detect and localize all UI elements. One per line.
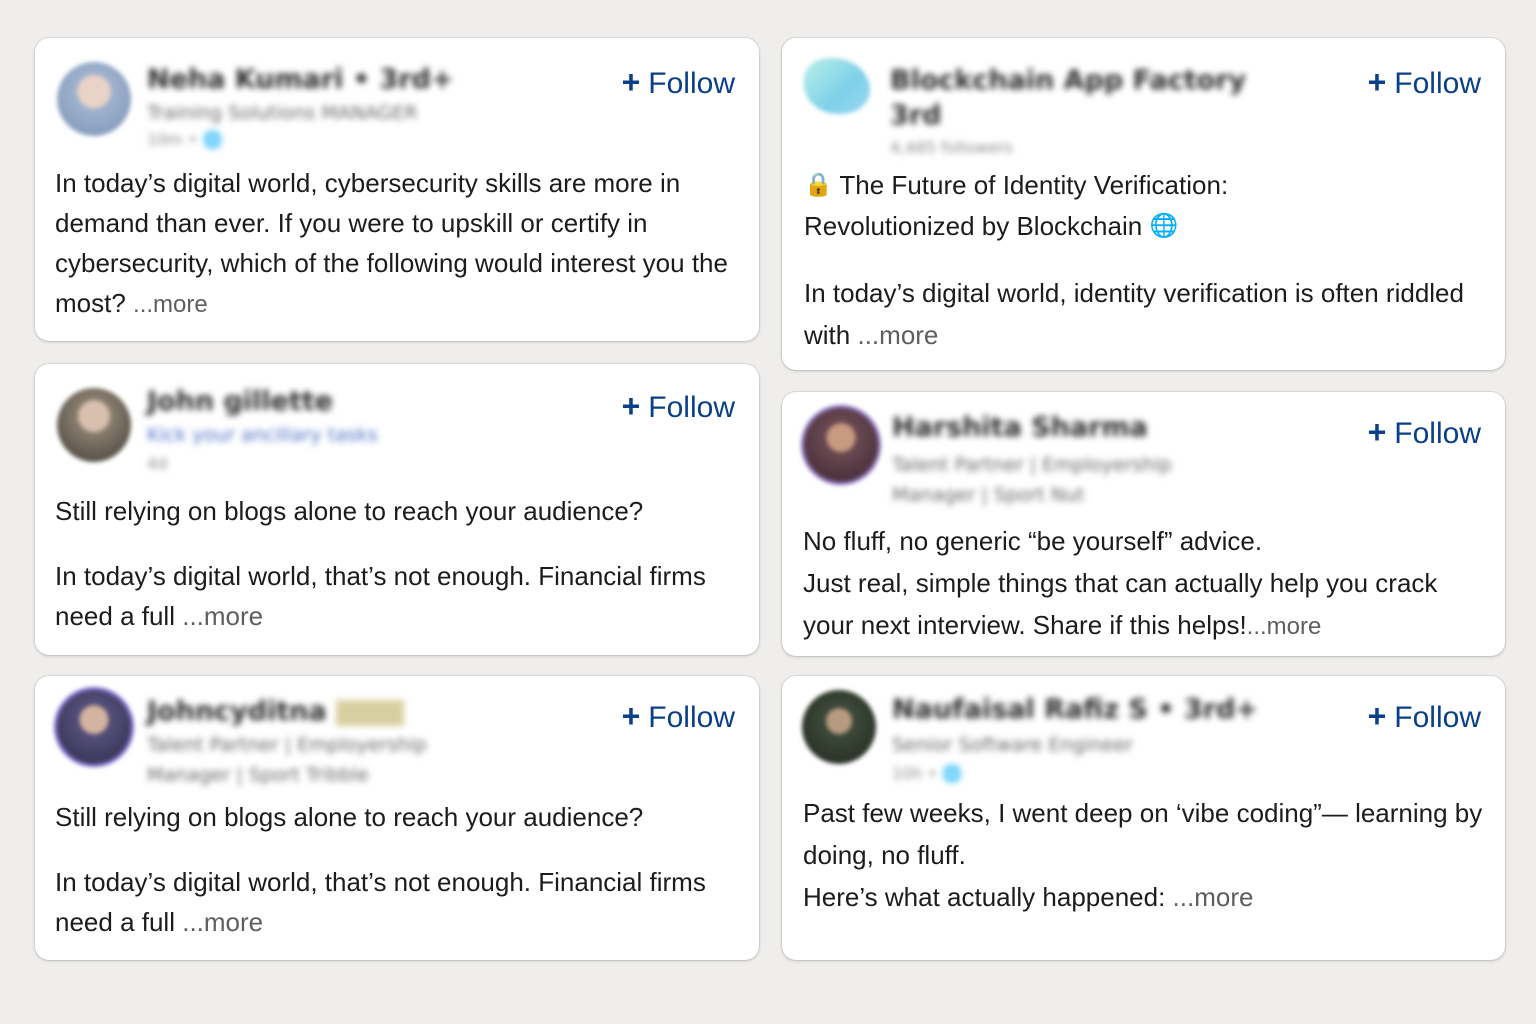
verified-badge-icon (335, 699, 404, 726)
post-text: No fluff, no generic “be yourself” advic… (803, 526, 1263, 556)
post-title-line: Revolutionized by Blockchain (804, 211, 1143, 241)
author-headline: Training Solutions MANAGER (147, 102, 418, 124)
post-body: Past few weeks, I went deep on ‘vibe cod… (803, 792, 1489, 918)
author-avatar[interactable] (57, 690, 131, 764)
author-name[interactable]: Blockchain App Factory (890, 62, 1246, 100)
post-text: In today’s digital world, that’s not eno… (55, 867, 706, 937)
post-meta: 10h • 🌐 (892, 764, 963, 783)
author-avatar[interactable] (802, 690, 876, 764)
author-headline-2: Manager | Sport Nut (892, 484, 1085, 506)
follow-button[interactable]: + Follow (622, 64, 735, 102)
plus-icon: + (1367, 64, 1387, 100)
post-body: No fluff, no generic “be yourself” advic… (803, 520, 1489, 648)
follow-button[interactable]: + Follow (1368, 698, 1481, 736)
post-card: Johncyditna Talent Partner | Employershi… (35, 676, 759, 960)
lock-icon: 🔒 (804, 171, 833, 197)
post-text: In today’s digital world, that’s not eno… (55, 561, 706, 631)
post-text: Just real, simple things that can actual… (803, 568, 1438, 640)
author-headline: 4,485 followers (890, 138, 1013, 157)
author-name[interactable]: Naufaisal Rafiz S • 3rd+ (892, 694, 1258, 725)
plus-icon: + (621, 698, 641, 734)
see-more-link[interactable]: ...more (1173, 882, 1254, 912)
plus-icon: + (621, 64, 641, 100)
author-headline: Kick your ancillary tasks (147, 424, 378, 446)
author-avatar[interactable] (57, 62, 131, 136)
post-card: Neha Kumari • 3rd+ Training Solutions MA… (35, 38, 759, 341)
see-more-link[interactable]: ...more (857, 320, 938, 350)
post-meta: 10m • 🌐 (147, 130, 223, 149)
author-badge: 3rd (890, 100, 942, 131)
see-more-link[interactable]: ...more (182, 907, 263, 937)
post-body: 🔒 The Future of Identity Verification: R… (804, 164, 1489, 356)
plus-icon: + (621, 388, 641, 424)
author-headline: Talent Partner | Employership (892, 454, 1172, 476)
post-text: Past few weeks, I went deep on ‘vibe cod… (803, 798, 1483, 870)
author-name[interactable]: John gillette (147, 386, 333, 417)
follow-button[interactable]: + Follow (1368, 414, 1481, 452)
follow-button[interactable]: + Follow (1368, 64, 1481, 102)
post-meta: 4d (147, 454, 168, 473)
follow-button[interactable]: + Follow (622, 388, 735, 426)
post-body: In today’s digital world, cybersecurity … (55, 163, 743, 325)
company-logo[interactable] (804, 58, 870, 114)
post-text: Still relying on blogs alone to reach yo… (55, 496, 644, 526)
post-text: Here’s what actually happened: (803, 882, 1166, 912)
author-headline-2: Manager | Sport Tribble (147, 764, 369, 786)
author-headline: Talent Partner | Employership (147, 734, 427, 756)
author-name[interactable]: Neha Kumari • 3rd+ (147, 64, 453, 95)
plus-icon: + (1367, 698, 1387, 734)
post-body: Still relying on blogs alone to reach yo… (55, 491, 743, 636)
plus-icon: + (1367, 414, 1387, 450)
see-more-link[interactable]: ...more (1247, 613, 1322, 640)
post-card: Blockchain App Factory 3rd 4,485 followe… (782, 38, 1505, 370)
post-text: Still relying on blogs alone to reach yo… (55, 802, 644, 832)
post-card: Naufaisal Rafiz S • 3rd+ Senior Software… (782, 676, 1505, 960)
author-name[interactable]: Johncyditna (147, 696, 404, 727)
see-more-link[interactable]: ...more (182, 601, 263, 631)
author-name[interactable]: Harshita Sharma (892, 412, 1148, 443)
globe-icon: 🌐 (1149, 212, 1179, 238)
see-more-link[interactable]: ...more (133, 291, 208, 318)
follow-button[interactable]: + Follow (622, 698, 735, 736)
post-body: Still relying on blogs alone to reach yo… (55, 797, 743, 942)
post-title-line: The Future of Identity Verification: (839, 170, 1229, 200)
post-card: John gillette Kick your ancillary tasks … (35, 364, 759, 655)
author-avatar[interactable] (57, 388, 131, 462)
post-card: Harshita Sharma Talent Partner | Employe… (782, 392, 1505, 656)
author-headline: Senior Software Engineer (892, 734, 1133, 756)
author-avatar[interactable] (804, 408, 878, 482)
